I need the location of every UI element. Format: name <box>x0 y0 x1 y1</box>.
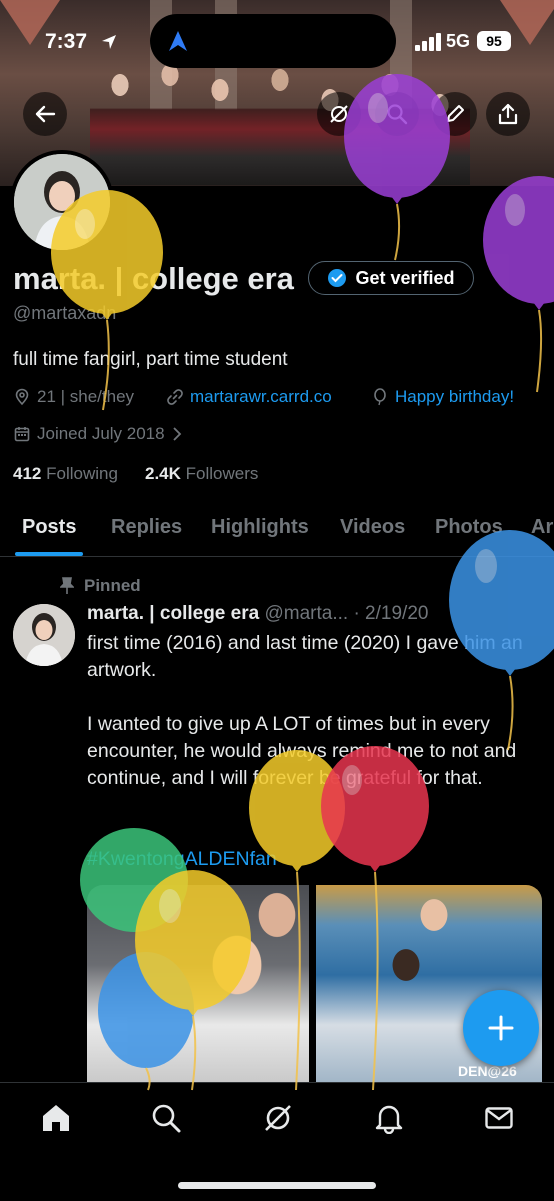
share-icon <box>498 103 518 125</box>
edit-button[interactable] <box>433 92 477 136</box>
profile-birthday[interactable]: Happy birthday! <box>371 387 514 407</box>
compose-button[interactable] <box>463 990 539 1066</box>
mail-icon[interactable] <box>483 1102 515 1134</box>
location-text: 21 | she/they <box>37 387 135 406</box>
tab-posts[interactable]: Posts <box>22 516 76 539</box>
navigation-icon <box>169 31 187 51</box>
edit-icon <box>447 105 464 122</box>
verified-badge-icon <box>328 269 347 287</box>
plus-icon <box>488 1015 514 1041</box>
tab-photos[interactable]: Photos <box>435 516 503 539</box>
pinned-indicator: Pinned <box>60 576 141 596</box>
profile-handle: @martaxadn <box>13 303 117 323</box>
tab-articles[interactable]: Ar <box>531 516 553 539</box>
avatar-photo <box>13 604 75 666</box>
birthday-text[interactable]: Happy birthday! <box>395 387 514 407</box>
followers-label: Followers <box>185 464 259 483</box>
grok-icon <box>330 105 348 123</box>
chevron-right-icon <box>172 427 181 441</box>
profile-name: marta. | college era <box>13 261 294 296</box>
post-image-1[interactable] <box>87 885 309 1085</box>
link-icon <box>167 389 183 405</box>
profile-location: 21 | she/they <box>13 387 134 407</box>
post-header[interactable]: marta. | college era @marta... · 2/19/20 <box>87 603 428 625</box>
active-tab-indicator <box>15 552 83 556</box>
profile-bio: full time fangirl, part time student <box>13 349 288 370</box>
bell-icon[interactable] <box>373 1102 405 1134</box>
tab-replies[interactable]: Replies <box>111 516 182 539</box>
pin-icon <box>60 577 74 594</box>
signal-icon <box>415 33 441 51</box>
search-button[interactable] <box>375 92 419 136</box>
calendar-icon <box>14 427 30 442</box>
tab-videos[interactable]: Videos <box>340 516 405 539</box>
pinned-label: Pinned <box>84 576 141 595</box>
balloon-purple <box>483 176 554 393</box>
joined-text: Joined July 2018 <box>37 424 165 443</box>
birthday-balloon-icon <box>374 388 386 406</box>
search-icon[interactable] <box>150 1102 182 1134</box>
location-pin-icon <box>15 388 29 406</box>
search-icon <box>387 104 408 125</box>
following-link[interactable]: 412 Following <box>13 464 118 484</box>
following-count: 412 <box>13 464 42 483</box>
network-type: 5G <box>446 31 471 51</box>
post-hashtag[interactable]: #KwentongALDENfan <box>87 848 277 871</box>
post-author-avatar[interactable] <box>13 604 75 666</box>
share-button[interactable] <box>486 92 530 136</box>
tab-highlights[interactable]: Highlights <box>211 516 309 539</box>
get-verified-label: Get verified <box>355 267 455 288</box>
battery-indicator: 95 <box>477 31 511 51</box>
post-date: · 2/19/20 <box>353 603 429 624</box>
status-time: 7:37 <box>45 30 88 53</box>
profile-joined[interactable]: Joined July 2018 <box>13 424 183 444</box>
home-icon[interactable] <box>40 1102 72 1134</box>
image-caption: DEN@26 <box>458 1063 517 1079</box>
profile-website[interactable]: martarawr.carrd.co <box>166 387 332 407</box>
followers-count: 2.4K <box>145 464 181 483</box>
back-arrow-icon <box>35 105 56 123</box>
avatar-photo <box>14 154 110 250</box>
followers-link[interactable]: 2.4K Followers <box>145 464 258 484</box>
following-label: Following <box>46 464 118 483</box>
location-arrow-icon <box>102 35 116 49</box>
post-text: first time (2016) and last time (2020) I… <box>87 632 523 789</box>
website-link[interactable]: martarawr.carrd.co <box>190 387 332 407</box>
profile-avatar[interactable] <box>10 150 114 254</box>
grok-icon[interactable] <box>262 1102 294 1134</box>
get-verified-button[interactable]: Get verified <box>308 261 474 295</box>
post-author-handle: @marta... <box>264 603 349 624</box>
grok-button[interactable] <box>317 92 361 136</box>
back-button[interactable] <box>23 92 67 136</box>
post-author-name: marta. | college era <box>87 603 260 624</box>
home-indicator <box>178 1182 376 1189</box>
